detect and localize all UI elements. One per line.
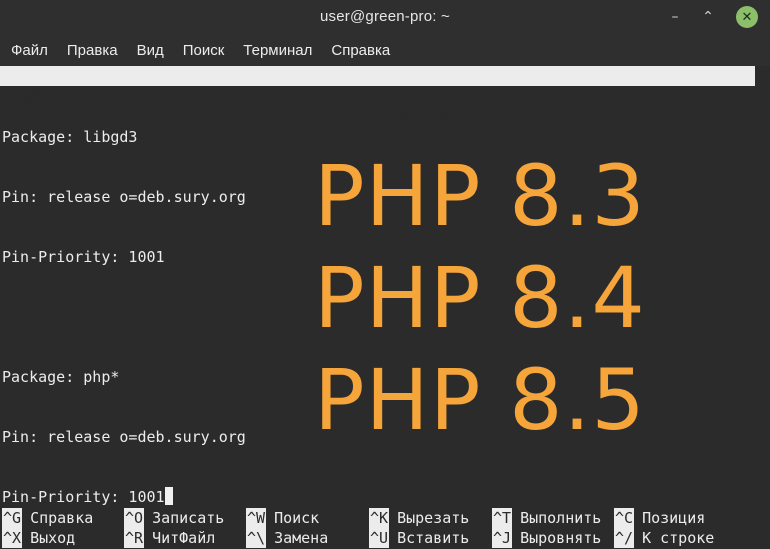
- editor-line-text: Pin-Priority: 1001: [2, 488, 165, 506]
- shortcut-write[interactable]: ^O Записать: [124, 508, 224, 528]
- text-cursor: [164, 487, 173, 505]
- shortcut-key: ^W: [246, 508, 267, 528]
- editor-line-current: Pin-Priority: 1001: [2, 487, 246, 507]
- shortcut-label: Выровнять: [520, 529, 602, 547]
- menu-help[interactable]: Справка: [322, 42, 399, 59]
- menu-search[interactable]: Поиск: [174, 42, 234, 59]
- shortcut-help[interactable]: ^G Справка: [2, 508, 93, 528]
- shortcut-label: Справка: [30, 509, 94, 527]
- terminal-window: user@green-pro: ~ – ⌃ ✕ Файл Правка Вид …: [0, 0, 770, 549]
- overlay-text-1: PHP 8.3: [314, 147, 646, 245]
- terminal-area[interactable]: GNU nano 6.2 /etc/apt/preferences * Pack…: [0, 66, 770, 549]
- nano-shortcut-bar: ^G Справка ^O Записать ^W Поиск ^K Вырезать …: [0, 508, 770, 548]
- shortcut-label: Выход: [30, 529, 76, 547]
- shortcut-label: Позиция: [642, 509, 706, 527]
- shortcut-replace[interactable]: ^\ Замена: [246, 528, 328, 548]
- shortcut-label: Поиск: [274, 509, 320, 527]
- shortcut-location[interactable]: ^C Позиция: [614, 508, 705, 528]
- shortcut-where-is[interactable]: ^W Поиск: [246, 508, 319, 528]
- shortcut-label: Вставить: [397, 529, 470, 547]
- window-title: user@green-pro: ~: [320, 8, 450, 25]
- shortcut-label: ЧитФайл: [152, 529, 216, 547]
- editor-line: Package: libgd3: [2, 128, 138, 146]
- shortcut-key: ^X: [2, 528, 23, 548]
- nano-header: GNU nano 6.2 /etc/apt/preferences *: [0, 66, 755, 125]
- menu-terminal[interactable]: Терминал: [234, 42, 321, 59]
- shortcut-justify[interactable]: ^J Выровнять: [492, 528, 601, 548]
- close-icon[interactable]: ✕: [736, 6, 758, 28]
- shortcut-key: ^R: [124, 528, 145, 548]
- shortcut-key: ^U: [369, 528, 390, 548]
- menu-edit[interactable]: Правка: [58, 42, 127, 59]
- shortcut-key: ^/: [614, 528, 635, 548]
- editor-content[interactable]: Package: libgd3 Pin: release o=deb.sury.…: [2, 87, 246, 547]
- shortcut-cut[interactable]: ^K Вырезать: [369, 508, 469, 528]
- shortcut-key: ^C: [614, 508, 635, 528]
- overlay-text-2: PHP 8.4: [314, 249, 646, 347]
- shortcut-exit[interactable]: ^X Выход: [2, 528, 75, 548]
- shortcut-execute[interactable]: ^T Выполнить: [492, 508, 601, 528]
- shortcut-key: ^J: [492, 528, 513, 548]
- shortcut-read-file[interactable]: ^R ЧитФайл: [124, 528, 215, 548]
- shortcut-key: ^O: [124, 508, 145, 528]
- shortcut-label: К строке: [642, 529, 715, 547]
- shortcut-label: Замена: [274, 529, 329, 547]
- shortcut-key: ^G: [2, 508, 23, 528]
- shortcut-go-to-line[interactable]: ^/ К строке: [614, 528, 714, 548]
- shortcut-label: Записать: [152, 509, 225, 527]
- shortcut-key: ^K: [369, 508, 390, 528]
- menu-view[interactable]: Вид: [128, 42, 173, 59]
- editor-line: Package: php*: [2, 368, 120, 386]
- menu-file[interactable]: Файл: [2, 42, 57, 59]
- editor-line: Pin: release o=deb.sury.org: [2, 428, 246, 446]
- shortcut-label: Выполнить: [520, 509, 602, 527]
- editor-line: Pin: release o=deb.sury.org: [2, 188, 246, 206]
- menu-bar: Файл Правка Вид Поиск Терминал Справка: [0, 34, 770, 66]
- overlay-text-3: PHP 8.5: [314, 351, 646, 449]
- shortcut-key: ^T: [492, 508, 513, 528]
- title-bar: user@green-pro: ~ – ⌃ ✕: [0, 0, 770, 34]
- maximize-icon[interactable]: ⌃: [698, 7, 718, 27]
- shortcut-label: Вырезать: [397, 509, 470, 527]
- editor-line: Pin-Priority: 1001: [2, 248, 165, 266]
- nano-filename: /etc/apt/preferences *: [300, 107, 499, 125]
- minimize-icon[interactable]: –: [665, 7, 685, 27]
- shortcut-key: ^\: [246, 528, 267, 548]
- shortcut-paste[interactable]: ^U Вставить: [369, 528, 469, 548]
